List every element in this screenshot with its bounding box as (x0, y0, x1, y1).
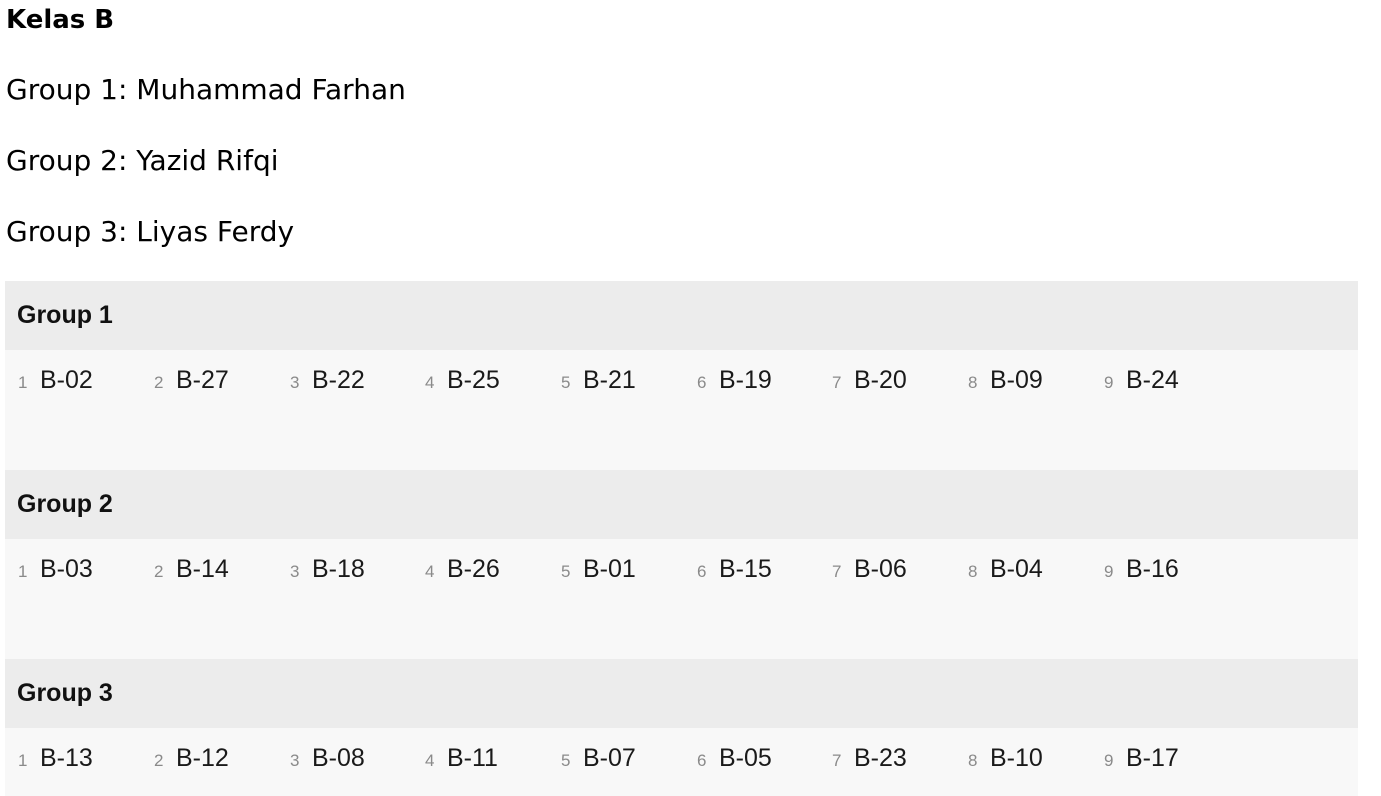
member-item: 5 B-21 (561, 366, 636, 395)
member-code: B-19 (719, 366, 772, 394)
member-number: 4 (425, 373, 435, 392)
member-number: 3 (290, 562, 300, 581)
member-number: 6 (697, 751, 707, 770)
page-title: Kelas B (6, 5, 115, 35)
member-code: B-27 (176, 366, 229, 394)
group-table: Group 1 1 B-02 2 B-27 3 B-22 4 B-25 5 B-21 6B… (5, 281, 1358, 796)
member-code: B-24 (1126, 366, 1179, 394)
member-item: 2 B-27 (154, 366, 229, 395)
member-number: 4 (425, 751, 435, 770)
member-code: B-18 (312, 555, 365, 583)
member-code: B-23 (854, 744, 907, 772)
member-item: 5 B-07 (561, 744, 636, 773)
group-members-row: 1 B-03 2 B-14 3 B-18 4 B-26 5 B-01 6 B-15 7 B-0… (5, 539, 1358, 659)
member-item: 7 B-06 (832, 555, 907, 584)
member-code: B-15 (719, 555, 772, 583)
member-number: 7 (832, 562, 842, 581)
group-block: Group 2 1 B-03 2 B-14 3 B-18 4 B-26 5 B-01 6B… (5, 470, 1358, 659)
member-item: 6 B-19 (697, 366, 772, 395)
member-number: 1 (18, 373, 28, 392)
member-code: B-01 (583, 555, 636, 583)
member-item: 3 B-18 (290, 555, 365, 584)
member-number: 5 (561, 562, 571, 581)
member-number: 3 (290, 751, 300, 770)
member-item: 4 B-25 (425, 366, 500, 395)
member-number: 1 (18, 751, 28, 770)
member-code: B-17 (1126, 744, 1179, 772)
group-header: Group 3 (5, 659, 1358, 728)
member-item: 1 B-02 (18, 366, 93, 395)
member-item: 3 B-22 (290, 366, 365, 395)
group-block: Group 1 1 B-02 2 B-27 3 B-22 4 B-25 5 B-21 6B… (5, 281, 1358, 470)
member-number: 6 (697, 562, 707, 581)
member-number: 9 (1104, 751, 1114, 770)
member-number: 1 (18, 562, 28, 581)
member-item: 1 B-13 (18, 744, 93, 773)
member-number: 5 (561, 751, 571, 770)
group-header: Group 1 (5, 281, 1358, 350)
member-number: 2 (154, 373, 164, 392)
member-item: 8 B-04 (968, 555, 1043, 584)
member-code: B-08 (312, 744, 365, 772)
member-code: B-04 (990, 555, 1043, 583)
member-number: 4 (425, 562, 435, 581)
member-code: B-20 (854, 366, 907, 394)
member-code: B-22 (312, 366, 365, 394)
group-leader-line: Group 2: Yazid Rifqi (6, 144, 279, 177)
member-code: B-16 (1126, 555, 1179, 583)
member-item: 7 B-23 (832, 744, 907, 773)
group-leader-line: Group 3: Liyas Ferdy (6, 215, 295, 248)
member-item: 7 B-20 (832, 366, 907, 395)
member-code: B-14 (176, 555, 229, 583)
member-code: B-13 (40, 744, 93, 772)
group-members-row: 1 B-02 2 B-27 3 B-22 4 B-25 5 B-21 6 B-19 7 B-2… (5, 350, 1358, 470)
member-number: 7 (832, 751, 842, 770)
member-item: 9 B-24 (1104, 366, 1179, 395)
member-item: 6 B-15 (697, 555, 772, 584)
member-number: 2 (154, 751, 164, 770)
member-item: 9 B-16 (1104, 555, 1179, 584)
member-item: 1 B-03 (18, 555, 93, 584)
member-item: 3 B-08 (290, 744, 365, 773)
member-code: B-06 (854, 555, 907, 583)
member-number: 8 (968, 562, 978, 581)
member-number: 6 (697, 373, 707, 392)
member-code: B-10 (990, 744, 1043, 772)
member-code: B-11 (447, 744, 498, 772)
group-title: Group 2 (17, 490, 113, 518)
member-item: 4 B-26 (425, 555, 500, 584)
member-item: 2 B-14 (154, 555, 229, 584)
member-item: 9 B-17 (1104, 744, 1179, 773)
member-item: 2 B-12 (154, 744, 229, 773)
member-item: 4 B-11 (425, 744, 498, 773)
member-item: 6 B-05 (697, 744, 772, 773)
member-number: 8 (968, 373, 978, 392)
member-code: B-03 (40, 555, 93, 583)
member-code: B-21 (583, 366, 636, 394)
member-number: 9 (1104, 562, 1114, 581)
member-number: 5 (561, 373, 571, 392)
member-number: 9 (1104, 373, 1114, 392)
member-item: 8 B-10 (968, 744, 1043, 773)
group-leader-line: Group 1: Muhammad Farhan (6, 73, 406, 106)
member-code: B-26 (447, 555, 500, 583)
group-title: Group 3 (17, 679, 113, 707)
group-header: Group 2 (5, 470, 1358, 539)
member-number: 2 (154, 562, 164, 581)
member-code: B-09 (990, 366, 1043, 394)
group-block: Group 3 1 B-13 2 B-12 3 B-08 4 B-11 5 B-07 6B… (5, 659, 1358, 796)
member-code: B-02 (40, 366, 93, 394)
member-code: B-25 (447, 366, 500, 394)
group-title: Group 1 (17, 301, 113, 329)
member-number: 8 (968, 751, 978, 770)
member-code: B-05 (719, 744, 772, 772)
member-code: B-07 (583, 744, 636, 772)
member-item: 8 B-09 (968, 366, 1043, 395)
member-number: 3 (290, 373, 300, 392)
group-members-row: 1 B-13 2 B-12 3 B-08 4 B-11 5 B-07 6 B-05 7 B-2… (5, 728, 1358, 796)
member-code: B-12 (176, 744, 229, 772)
member-item: 5 B-01 (561, 555, 636, 584)
member-number: 7 (832, 373, 842, 392)
